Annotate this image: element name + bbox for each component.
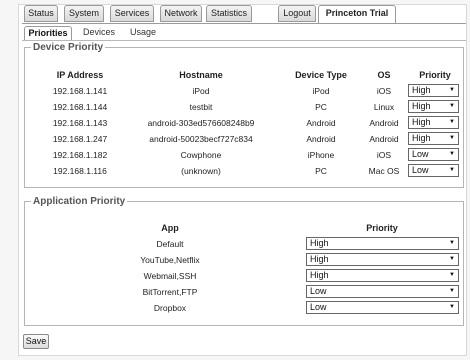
device-type: iPhone [307,150,335,160]
app-name: Default [156,239,184,249]
device-hostname: Cowphone [180,150,222,160]
select-value: High [310,270,329,280]
chevron-down-icon: ▼ [449,272,455,278]
app-priority-select[interactable]: High ▼ [306,253,459,266]
device-ip: 192.168.1.144 [52,102,108,112]
chevron-down-icon: ▼ [449,87,455,93]
device-os: Android [369,118,399,128]
device-os: iOS [376,150,392,160]
app-priority-select[interactable]: Low ▼ [306,285,459,298]
subtab-devices[interactable]: Devices [80,26,118,41]
chevron-down-icon: ▼ [449,151,455,157]
application-priority-title: Application Priority [33,196,126,207]
device-os: iOS [376,86,392,96]
app-priority-select[interactable]: Low ▼ [306,301,459,314]
app-name: Dropbox [153,303,187,313]
device-priority-select[interactable]: High ▼ [408,84,459,97]
select-value: Low [412,165,429,175]
app-priority-select[interactable]: High ▼ [306,269,459,282]
header-device-type: Device Type [295,70,347,80]
device-priority-select[interactable]: Low ▼ [408,164,459,177]
device-ip: 192.168.1.182 [52,150,108,160]
chevron-down-icon: ▼ [449,240,455,246]
header-priority: Priority [419,70,451,80]
header-ip-address: IP Address [56,70,104,80]
app-name: Webmail,SSH [143,271,197,281]
tab-princeton-trial[interactable]: Princeton Trial [318,5,396,24]
header-hostname: Hostname [179,70,223,80]
select-value: Low [412,149,429,159]
header-app-priority: Priority [366,223,398,233]
header-os: OS [377,70,391,80]
app-name: YouTube,Netflix [140,255,200,265]
tab-network[interactable]: Network [160,5,202,22]
tab-system[interactable]: System [64,5,104,22]
app-name: BitTorrent,FTP [142,287,198,297]
select-value: High [310,238,329,248]
device-ip: 192.168.1.141 [52,86,108,96]
device-os: Android [369,134,399,144]
device-priority-title: Device Priority [33,42,104,53]
select-value: High [412,117,431,127]
select-value: Low [310,286,327,296]
chevron-down-icon: ▼ [449,304,455,310]
device-hostname: android-303ed576608248b9 [147,118,255,128]
device-priority-select[interactable]: High ▼ [408,132,459,145]
select-value: High [412,133,431,143]
device-os: Mac OS [368,166,400,176]
chevron-down-icon: ▼ [449,288,455,294]
select-value: High [412,85,431,95]
subtab-priorities[interactable]: Priorities [24,26,72,41]
subtab-divider [22,40,466,41]
device-hostname: testbit [189,102,213,112]
chevron-down-icon: ▼ [449,135,455,141]
subtab-usage[interactable]: Usage [126,26,160,41]
device-type: PC [315,102,327,112]
device-os: Linux [373,102,395,112]
app-priority-select[interactable]: High ▼ [306,237,459,250]
chevron-down-icon: ▼ [449,167,455,173]
device-type: Android [306,118,336,128]
device-priority-select[interactable]: Low ▼ [408,148,459,161]
chevron-down-icon: ▼ [449,256,455,262]
device-priority-select[interactable]: High ▼ [408,116,459,129]
select-value: High [412,101,431,111]
device-ip: 192.168.1.143 [52,118,108,128]
device-ip: 192.168.1.116 [53,166,107,176]
chevron-down-icon: ▼ [449,103,455,109]
chevron-down-icon: ▼ [449,119,455,125]
select-value: Low [310,302,327,312]
device-priority-select[interactable]: High ▼ [408,100,459,113]
tab-bar-divider [22,23,466,24]
device-ip: 192.168.1.247 [52,134,108,144]
device-hostname: android-50023becf727c834 [149,134,253,144]
device-hostname: (unknown) [181,166,221,176]
device-type: Android [306,134,336,144]
device-type: iPod [312,86,330,96]
tab-services[interactable]: Services [110,5,154,22]
device-hostname: iPod [192,86,210,96]
header-app: App [161,223,179,233]
tab-logout[interactable]: Logout [278,5,316,22]
tab-statistics[interactable]: Statistics [206,5,252,22]
device-type: PC [315,166,327,176]
tab-status[interactable]: Status [24,5,58,22]
save-button[interactable]: Save [23,334,49,349]
select-value: High [310,254,329,264]
